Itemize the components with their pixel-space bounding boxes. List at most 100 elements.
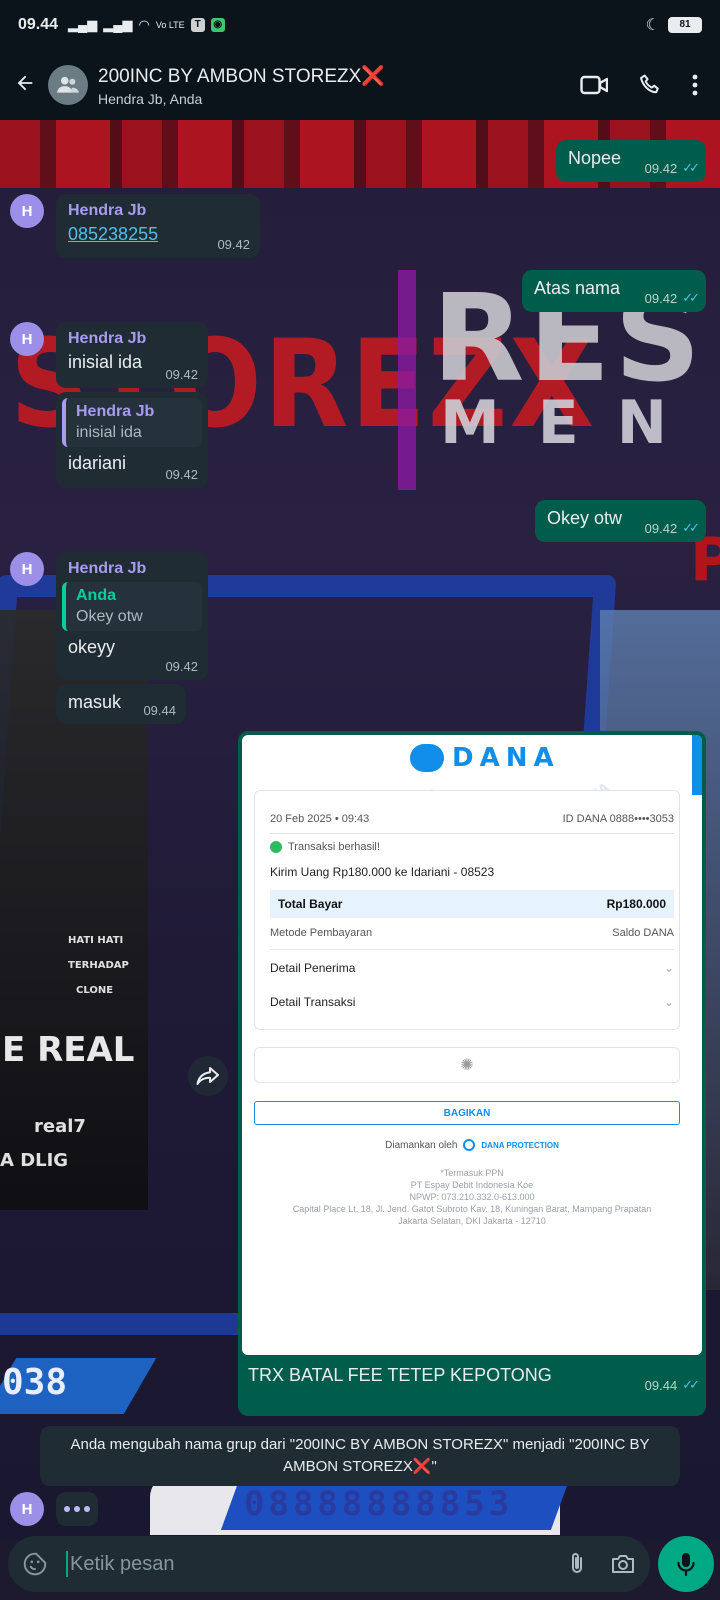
read-ticks-icon: ✓✓	[682, 290, 700, 305]
detail-receiver-label: Detail Penerima	[270, 961, 356, 975]
read-ticks-icon: ✓✓	[682, 520, 700, 535]
message-incoming[interactable]: Hendra Jb inisial ida 09.42	[56, 322, 208, 388]
typing-indicator	[56, 1492, 98, 1526]
group-avatar-icon[interactable]	[48, 65, 88, 105]
system-message-quote: "	[431, 1458, 437, 1475]
detail-transaction-row[interactable]: Detail Transaksi ⌄	[270, 995, 674, 1009]
quoted-message[interactable]: Anda Okey otw	[62, 582, 202, 631]
message-time: 09.42	[165, 467, 198, 482]
footer-line: *Termasuk PPN	[440, 1168, 504, 1178]
app-notification-icon: T	[190, 18, 205, 32]
sender-name: Hendra Jb	[68, 560, 147, 577]
loading-spinner-icon: ✺	[254, 1047, 680, 1083]
quoted-sender: Hendra Jb	[76, 403, 155, 420]
wallpaper-divider	[398, 270, 416, 490]
status-bar: 09.44 ▂▄▆ ▂▄▆ ◠ Vo LTE T ◉ ☾ 81	[0, 0, 720, 50]
avatar[interactable]: H	[10, 322, 44, 356]
payment-method-row: Metode Pembayaran Saldo DANA	[270, 927, 674, 939]
dana-logo-icon	[410, 744, 444, 772]
message-time: 09.42	[217, 237, 250, 252]
message-outgoing[interactable]: Okey otw 09.42 ✓✓	[535, 500, 706, 542]
group-title-text: 200INC BY AMBON STOREZX	[98, 65, 362, 87]
secured-by-text: Diamankan oleh	[385, 1139, 458, 1151]
more-options-icon[interactable]	[692, 74, 698, 96]
secured-by: Diamankan oleh DANA PROTECTION	[242, 1139, 702, 1151]
chevron-down-icon: ⌄	[663, 961, 674, 975]
title-cross-emoji: ❌	[361, 65, 385, 87]
chat-header: 200INC BY AMBON STOREZX❌ Hendra Jb, Anda	[0, 50, 720, 120]
sticker-icon[interactable]	[22, 1551, 48, 1577]
receipt-status: Transaksi berhasil!	[270, 841, 380, 853]
wifi-icon: ◠	[138, 17, 150, 32]
footer-line: NPWP: 073.210.332.0-613.000	[409, 1192, 535, 1202]
forward-icon[interactable]	[188, 1056, 228, 1096]
dana-logo: DANA	[410, 743, 560, 773]
image-message[interactable]: DANA DANA DANA DANA DANA DANA DANA DANA …	[238, 731, 706, 1416]
quoted-message[interactable]: Hendra Jb inisial ida	[62, 398, 202, 447]
group-title: 200INC BY AMBON STOREZX❌	[98, 64, 580, 88]
message-incoming[interactable]: Hendra Jb 085238255 09.42	[56, 194, 260, 258]
message-outgoing[interactable]: Nopee 09.42 ✓✓	[556, 140, 706, 182]
message-time: 09.42	[165, 367, 198, 382]
avatar[interactable]: H	[10, 552, 44, 586]
message-time: 09.42	[165, 659, 198, 674]
receipt-footer: *Termasuk PPN PT Espay Debit Indonesia K…	[272, 1167, 672, 1227]
wallpaper-small-text: real7	[34, 1116, 86, 1137]
receipt-accent	[692, 735, 702, 795]
protection-label: DANA PROTECTION	[481, 1140, 559, 1150]
chevron-down-icon: ⌄	[663, 995, 674, 1009]
receipt-total-row: Total Bayar Rp180.000	[270, 890, 674, 918]
receipt-header-row: 20 Feb 2025 • 09:43 ID DANA 0888••••3053	[270, 813, 674, 825]
dana-receipt-image[interactable]: DANA DANA DANA DANA DANA DANA DANA DANA …	[242, 735, 702, 1355]
back-arrow-icon[interactable]	[14, 69, 48, 101]
divider	[270, 949, 674, 950]
quoted-text: inisial ida	[76, 424, 142, 441]
battery-icon: 81	[668, 17, 702, 33]
dana-brand-text: DANA	[452, 743, 560, 773]
video-call-icon[interactable]	[580, 74, 608, 96]
message-time: 09.42	[644, 290, 678, 306]
method-value: Saldo DANA	[612, 927, 674, 939]
message-incoming[interactable]: masuk 09.44	[56, 684, 186, 724]
message-text: okeyy	[68, 637, 116, 657]
message-outgoing[interactable]: Atas nama 09.42 ✓✓	[522, 270, 706, 312]
detail-receiver-row[interactable]: Detail Penerima ⌄	[270, 961, 674, 975]
message-incoming-reply[interactable]: Hendra Jb Anda Okey otw okeyy 09.42	[56, 552, 208, 680]
voice-call-icon[interactable]	[638, 73, 662, 97]
system-message: Anda mengubah nama grup dari "200INC BY …	[40, 1426, 680, 1486]
attach-icon[interactable]	[566, 1551, 588, 1577]
mic-icon[interactable]	[658, 1536, 714, 1592]
avatar[interactable]: H	[10, 1492, 44, 1526]
cross-emoji: ❌	[412, 1458, 432, 1475]
system-message-text: Anda mengubah nama grup dari "200INC BY …	[70, 1436, 650, 1475]
signal-icon-2: ▂▄▆	[103, 17, 133, 32]
footer-line: Jakarta Selatan, DKI Jakarta - 12710	[398, 1216, 546, 1226]
signal-icon: ▂▄▆	[68, 17, 98, 32]
footer-line: Capital Place Lt. 18, Jl. Jend. Gatot Su…	[292, 1204, 652, 1214]
chat-title-block[interactable]: 200INC BY AMBON STOREZX❌ Hendra Jb, Anda	[98, 64, 580, 107]
image-caption: TRX BATAL FEE TETEP KEPOTONG	[248, 1365, 552, 1385]
wallpaper-small-text: TERHADAP	[68, 960, 129, 971]
check-circle-icon	[270, 841, 282, 853]
message-time: 09.42	[644, 520, 678, 536]
wallpaper-small-text: HATI HATI	[68, 935, 124, 946]
camera-icon[interactable]	[610, 1553, 636, 1575]
protection-icon	[463, 1139, 476, 1151]
quoted-text: Okey otw	[76, 608, 143, 625]
total-label: Total Bayar	[278, 897, 343, 911]
dnd-moon-icon: ☾	[645, 17, 660, 34]
receipt-date: 20 Feb 2025 • 09:43	[270, 813, 370, 825]
receipt-description: Kirim Uang Rp180.000 ke Idariani - 08523	[270, 865, 495, 879]
sender-name: Hendra Jb	[68, 202, 147, 219]
detail-transaction-label: Detail Transaksi	[270, 995, 356, 1009]
message-incoming-reply[interactable]: Hendra Jb inisial ida idariani 09.42	[56, 392, 208, 488]
wallpaper-photo-caption: E REAL	[2, 1030, 135, 1070]
read-ticks-icon: ✓✓	[682, 160, 700, 175]
wallpaper-number: 038	[2, 1362, 68, 1403]
message-input[interactable]: Ketik pesan	[70, 1553, 544, 1576]
quoted-sender: Anda	[76, 587, 116, 604]
message-time: 09.42	[644, 160, 678, 176]
wallpaper-small-text: CLONE	[76, 985, 114, 996]
avatar[interactable]: H	[10, 194, 44, 228]
share-button[interactable]: BAGIKAN	[254, 1101, 680, 1125]
